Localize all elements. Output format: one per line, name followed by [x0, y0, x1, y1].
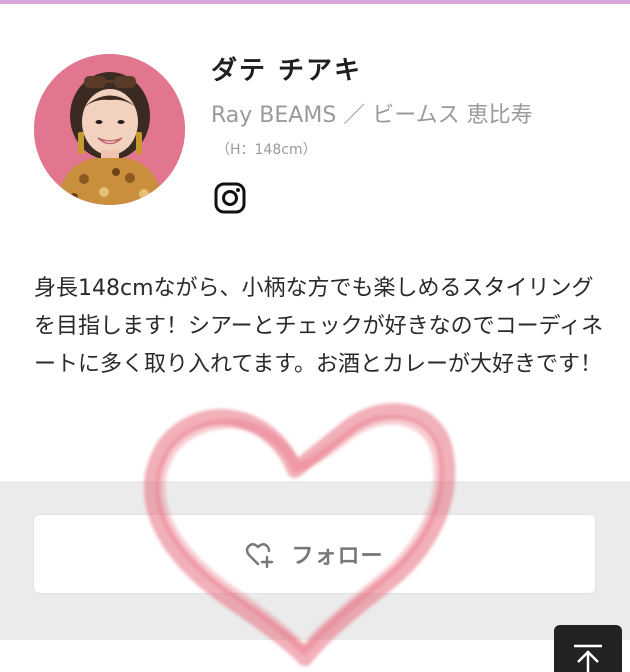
avatar: [34, 54, 185, 205]
profile-name: ダテ チアキ: [211, 56, 363, 86]
shop-name[interactable]: Ray BEAMS ／ ビームス 恵比寿: [211, 97, 533, 129]
instagram-icon[interactable]: [214, 182, 246, 214]
heart-plus-icon: [246, 543, 274, 568]
profile-page: ダテ チアキ Ray BEAMS ／ ビームス 恵比寿 （H：148cm） 身長…: [0, 0, 630, 672]
scroll-top-button[interactable]: [554, 625, 622, 672]
profile-bio: 身長148cmながら、小柄な方でも楽しめるスタイリングを目指します！シアーとチェ…: [34, 276, 604, 377]
follow-button[interactable]: フォロー: [33, 514, 596, 594]
arrow-up-icon: [574, 644, 602, 672]
follow-label: フォロー: [291, 544, 384, 569]
top-accent-stripe: [0, 0, 630, 4]
staff-height: （H：148cm）: [216, 142, 317, 158]
